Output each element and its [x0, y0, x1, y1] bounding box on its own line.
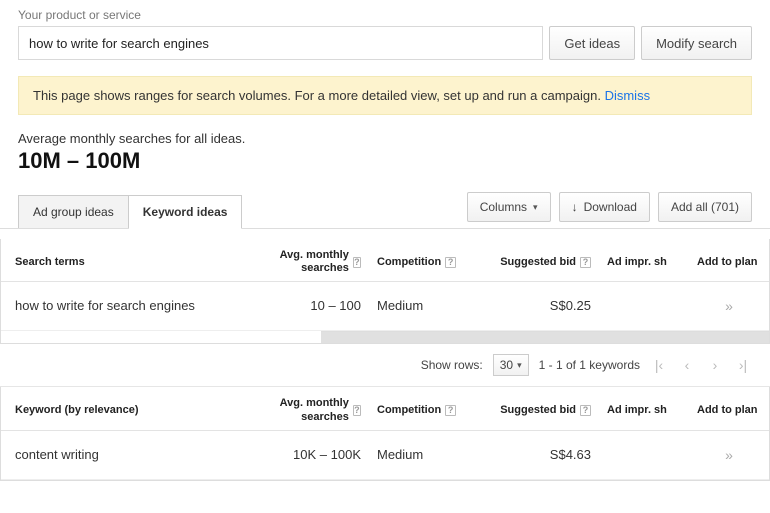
col-ad-impr[interactable]: Ad impr. sh — [599, 387, 689, 429]
show-rows-value: 30 — [500, 358, 513, 372]
col-suggested-bid[interactable]: Suggested bid ? — [489, 387, 599, 429]
table-row: content writing 10K – 100K Medium S$4.63… — [1, 431, 769, 480]
col-ad-impr[interactable]: Ad impr. sh — [599, 239, 689, 281]
col-suggested-bid[interactable]: Suggested bid ? — [489, 239, 599, 281]
cell-impr — [599, 282, 689, 330]
col-avg-monthly[interactable]: Avg. monthly searches ? — [259, 239, 369, 281]
col-suggested-bid-label: Suggested bid — [500, 256, 576, 269]
table-row: how to write for search engines 10 – 100… — [1, 282, 769, 331]
col-add-to-plan: Add to plan — [689, 239, 769, 281]
help-icon[interactable]: ? — [445, 405, 456, 416]
dismiss-link[interactable]: Dismiss — [605, 88, 651, 103]
caret-down-icon: ▾ — [533, 202, 538, 213]
columns-button[interactable]: Columns ▾ — [467, 192, 551, 222]
banner-text: This page shows ranges for search volume… — [33, 88, 605, 103]
pager-first[interactable]: |‹ — [650, 357, 668, 373]
pager-prev[interactable]: ‹ — [678, 357, 696, 373]
tab-keyword-ideas[interactable]: Keyword ideas — [129, 195, 243, 229]
help-icon[interactable]: ? — [580, 257, 591, 268]
cell-competition: Medium — [369, 282, 489, 330]
cell-avg: 10K – 100K — [259, 431, 369, 479]
cell-bid: S$0.25 — [489, 282, 599, 330]
download-button[interactable]: ↓ Download — [559, 192, 650, 222]
caret-down-icon: ▾ — [517, 360, 522, 371]
cell-impr — [599, 431, 689, 479]
avg-label: Average monthly searches for all ideas. — [18, 131, 752, 146]
col-competition[interactable]: Competition ? — [369, 239, 489, 281]
add-to-plan-button[interactable]: » — [689, 431, 769, 479]
get-ideas-button[interactable]: Get ideas — [549, 26, 635, 60]
product-input[interactable] — [18, 26, 543, 60]
help-icon[interactable]: ? — [353, 405, 361, 416]
help-icon[interactable]: ? — [580, 405, 591, 416]
show-rows-label: Show rows: — [421, 358, 483, 372]
pager-next[interactable]: › — [706, 357, 724, 373]
show-rows-select[interactable]: 30 ▾ — [493, 354, 529, 376]
help-icon[interactable]: ? — [445, 257, 456, 268]
download-icon: ↓ — [572, 200, 578, 214]
pager-status: 1 - 1 of 1 keywords — [539, 358, 640, 372]
col-search-terms[interactable]: Search terms — [1, 239, 259, 281]
cell-term: how to write for search engines — [1, 282, 259, 330]
col-competition-label: Competition — [377, 256, 441, 269]
modify-search-button[interactable]: Modify search — [641, 26, 752, 60]
add-all-button[interactable]: Add all (701) — [658, 192, 752, 222]
avg-range: 10M – 100M — [18, 148, 752, 174]
col-add-to-plan: Add to plan — [689, 387, 769, 429]
col-avg-monthly-label: Avg. monthly searches — [267, 397, 349, 423]
pagination: Show rows: 30 ▾ 1 - 1 of 1 keywords |‹ ‹… — [0, 344, 770, 387]
col-avg-monthly[interactable]: Avg. monthly searches ? — [259, 387, 369, 429]
horizontal-scrollbar[interactable] — [321, 331, 769, 343]
cell-competition: Medium — [369, 431, 489, 479]
info-banner: This page shows ranges for search volume… — [18, 76, 752, 115]
col-competition-label: Competition — [377, 404, 441, 417]
search-terms-table: Search terms Avg. monthly searches ? Com… — [0, 239, 770, 344]
keyword-table: Keyword (by relevance) Avg. monthly sear… — [0, 387, 770, 480]
col-competition[interactable]: Competition ? — [369, 387, 489, 429]
tab-ad-group-ideas[interactable]: Ad group ideas — [18, 195, 129, 228]
col-suggested-bid-label: Suggested bid — [500, 404, 576, 417]
product-label: Your product or service — [18, 8, 752, 22]
columns-label: Columns — [480, 200, 527, 214]
pager-last[interactable]: ›| — [734, 357, 752, 373]
cell-bid: S$4.63 — [489, 431, 599, 479]
help-icon[interactable]: ? — [353, 257, 361, 268]
cell-avg: 10 – 100 — [259, 282, 369, 330]
col-avg-monthly-label: Avg. monthly searches — [267, 249, 349, 275]
cell-term: content writing — [1, 431, 259, 479]
add-to-plan-button[interactable]: » — [689, 282, 769, 330]
col-keyword[interactable]: Keyword (by relevance) — [1, 387, 259, 429]
download-label: Download — [584, 200, 637, 214]
